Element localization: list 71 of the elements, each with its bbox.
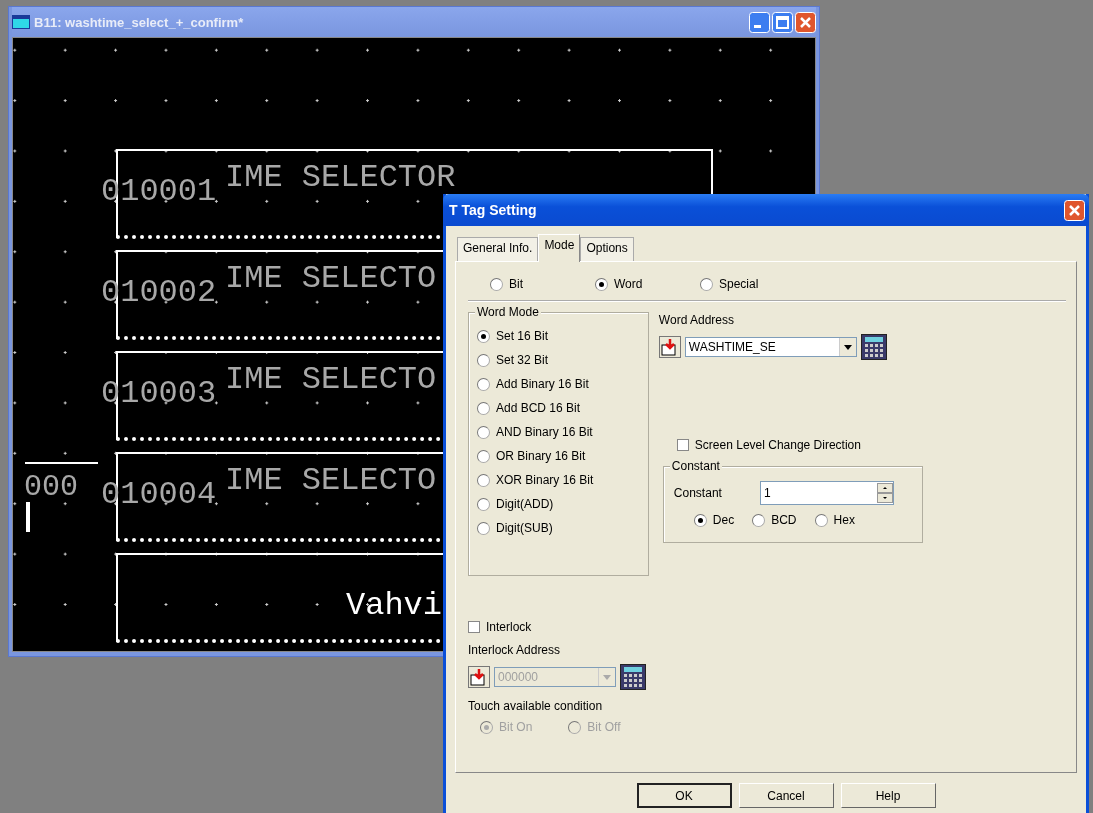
radio-label: Bit On [499,720,533,734]
cursor-shape [26,502,30,532]
radio-label: Set 32 Bit [496,353,549,367]
radio-button[interactable] [477,521,490,535]
window-title: B11: washtime_select_+_confirm* [34,14,245,30]
radio-button[interactable] [477,473,490,487]
checkbox[interactable] [676,439,689,451]
radio-button[interactable] [477,401,490,415]
radio-button[interactable] [752,513,766,527]
radio-label: Set 16 Bit [496,329,549,343]
field-label: Constant [673,486,722,500]
radio-label: Digit(ADD) [496,497,554,511]
field-label: Touch available condition [468,698,604,714]
address-icon [658,336,681,358]
radio-label: Hex [833,513,855,527]
checkbox-label: Interlock [486,620,532,634]
radio-button[interactable] [814,513,828,527]
dropdown-arrow-icon [603,674,611,680]
radio-label: Add BCD 16 Bit [496,401,581,415]
radio-button[interactable] [477,377,490,391]
radio-label: Add Binary 16 Bit [496,377,589,391]
tab[interactable]: Options [580,237,634,261]
tab[interactable]: General Info. [457,237,539,261]
calculator-icon[interactable] [860,334,887,360]
object-label: IME SELECTOR [225,160,456,196]
minimize-icon[interactable] [749,11,770,33]
close-icon[interactable] [795,11,816,33]
dialog-button[interactable]: Help [840,783,936,808]
dialog-button[interactable]: OK [636,783,732,808]
close-icon[interactable] [1064,199,1085,221]
object-label: IME SELECTO [225,362,437,398]
button-label: Vahvi [346,588,442,624]
group-title: Constant [669,459,722,473]
radio-label: Digit(SUB) [496,521,553,535]
radio-label: OR Binary 16 Bit [496,449,586,463]
spin-arrows-icon [876,483,893,503]
object-address: 000 [24,470,78,504]
number-field[interactable]: 1 [759,481,894,505]
address-icon [468,666,490,688]
radio-button[interactable] [693,513,707,527]
dialog-title: T Tag Setting [449,202,537,218]
field-label: Word Address [658,312,735,328]
radio-button[interactable] [477,353,490,367]
tab[interactable]: Mode [538,234,581,262]
checkbox[interactable] [468,621,480,633]
radio-label: XOR Binary 16 Bit [496,473,594,487]
radio-label: Bit [509,277,523,291]
radio-button[interactable] [477,449,490,463]
object-label: IME SELECTO [225,261,437,297]
checkbox-label: Screen Level Change Direction [694,438,861,452]
window-icon [12,15,30,29]
address-dropdown[interactable]: WASHTIME_SE [684,337,857,357]
radio-button[interactable] [595,277,608,291]
radio-label: Special [719,277,759,291]
radio-label: Dec [712,513,735,527]
radio-button[interactable] [490,277,503,291]
object-label: IME SELECTO [225,463,437,499]
radio-button[interactable] [477,497,490,511]
radio-label: BCD [771,513,797,527]
radio-label: AND Binary 16 Bit [496,425,593,439]
radio-button[interactable] [477,329,490,343]
radio-label: Word [614,277,643,291]
radio-button[interactable] [700,277,713,291]
group-title: Word Mode [475,305,541,319]
calculator-icon[interactable] [620,664,646,690]
field-label: Interlock Address [468,642,562,658]
radio-label: Bit Off [587,720,621,734]
dialog-button[interactable]: Cancel [738,783,834,808]
dropdown-arrow-icon [843,344,852,350]
maximize-icon[interactable] [772,11,793,33]
radio-button[interactable] [477,425,490,439]
